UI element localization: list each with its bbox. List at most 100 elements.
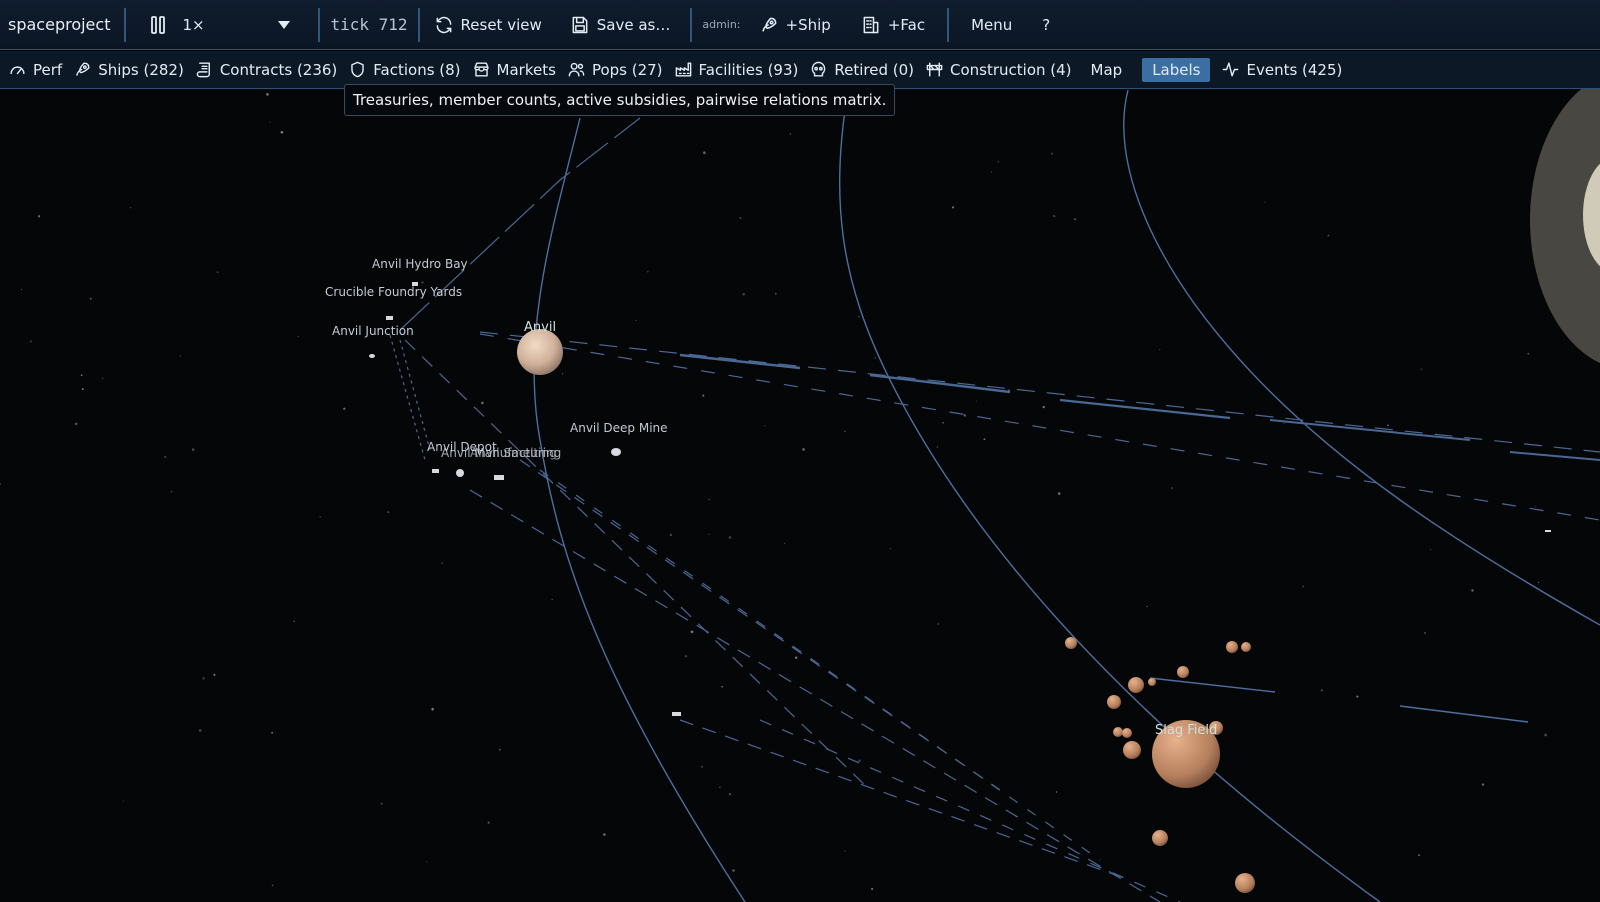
star-dot: [81, 388, 84, 391]
tab-ships[interactable]: Ships (282): [73, 60, 184, 79]
tab-factions[interactable]: Factions (8): [348, 60, 461, 79]
star-dot: [487, 821, 490, 824]
star-dot: [1418, 854, 1420, 856]
star-dot: [562, 373, 564, 375]
star-dot: [122, 800, 125, 802]
star-dot: [80, 374, 83, 377]
tab-label: Markets: [496, 60, 556, 79]
store-icon: [474, 62, 489, 77]
tab-retired[interactable]: Retired (0): [809, 60, 914, 79]
star-dot: [481, 401, 484, 405]
star-dot: [1053, 214, 1056, 218]
tab-labels[interactable]: Labels: [1142, 57, 1211, 82]
tab-facilities[interactable]: Facilities (93): [674, 60, 798, 79]
label-anvil-hydro-bay[interactable]: Anvil Hydro Bay: [372, 257, 468, 271]
star-dot: [1534, 505, 1536, 507]
map-viewport[interactable]: [0, 0, 1600, 902]
star-dot: [1327, 234, 1330, 237]
star-dot: [789, 133, 792, 135]
asteroid: [1107, 695, 1121, 709]
tab-construction[interactable]: Construction (4): [925, 60, 1072, 79]
tab-label: Perf: [33, 60, 63, 79]
star-dot: [441, 562, 443, 564]
star-dot: [937, 623, 940, 625]
star-dot: [1057, 492, 1061, 495]
star-dot: [802, 448, 805, 451]
asteroid-field[interactable]: [1065, 637, 1255, 893]
star-dot: [1171, 487, 1173, 489]
tab-contracts[interactable]: Contracts (236): [195, 60, 337, 79]
star-dot: [266, 93, 269, 96]
skull-icon: [812, 61, 826, 77]
tab-pops[interactable]: Pops (27): [567, 60, 663, 79]
star-dot: [271, 884, 274, 887]
top-toolbar: spaceproject 1× tick 712 Reset view Save…: [0, 0, 1600, 50]
toolbar-divider: [947, 7, 950, 42]
tab-map[interactable]: Map: [1091, 61, 1123, 79]
orbit-line: [839, 89, 1381, 902]
asteroid: [1177, 666, 1189, 678]
star-dot: [794, 656, 798, 659]
star-dot: [20, 288, 23, 291]
asteroid: [1065, 637, 1077, 649]
star-dot: [319, 516, 321, 518]
menu-button[interactable]: Menu: [971, 16, 1012, 34]
star-dot: [426, 861, 428, 863]
star-dot: [179, 355, 181, 357]
asteroid: [1148, 678, 1156, 686]
star-dot: [784, 542, 786, 545]
tab-events[interactable]: Events (425): [1221, 60, 1342, 79]
asteroid: [1152, 830, 1168, 846]
asteroid: [1123, 741, 1141, 759]
label-slag-field[interactable]: Slag Field: [1155, 723, 1217, 738]
label-anvil-junction[interactable]: Anvil Junction: [332, 324, 414, 338]
save-as-label: Save as…: [596, 15, 671, 34]
station-marker: [611, 448, 621, 456]
add-facility-button[interactable]: +Fac: [861, 15, 925, 35]
star-dot: [216, 271, 219, 274]
admin-label: admin:: [702, 18, 741, 31]
star-dot: [983, 438, 986, 441]
label-anvil-smelting[interactable]: Anvil Smelting: [470, 446, 557, 460]
asteroid: [1122, 728, 1132, 738]
star-dot: [1283, 423, 1285, 425]
reset-view-button[interactable]: Reset view: [434, 15, 542, 35]
toolbar-divider: [690, 7, 693, 42]
label-crucible-foundry-yards[interactable]: Crucible Foundry Yards: [325, 285, 462, 299]
toolbar-divider: [417, 7, 420, 42]
tick-counter: tick 712: [330, 15, 408, 34]
star-dot: [130, 207, 132, 209]
save-as-button[interactable]: Save as…: [570, 15, 671, 35]
activity-icon: [1223, 62, 1239, 77]
pause-icon: [151, 15, 166, 34]
users-icon: [568, 62, 585, 77]
pause-button[interactable]: [148, 15, 168, 35]
star-dot: [669, 533, 672, 537]
star-dot: [271, 731, 274, 734]
factory-icon: [675, 62, 691, 77]
star-dot: [164, 455, 167, 459]
planet-anvil[interactable]: [517, 329, 563, 375]
star-dot: [202, 677, 205, 680]
help-button[interactable]: ?: [1042, 16, 1050, 34]
tab-markets[interactable]: Markets: [472, 60, 556, 79]
tab-label: Contracts (236): [219, 60, 338, 79]
star-dot: [89, 297, 92, 300]
star-dot: [635, 320, 637, 321]
star-dot: [742, 293, 745, 296]
star-dot: [889, 547, 891, 550]
station-marker: [369, 354, 375, 358]
label-anvil-deep-mine[interactable]: Anvil Deep Mine: [570, 421, 668, 435]
building-icon: [863, 16, 879, 33]
label-anvil[interactable]: Anvil: [524, 320, 556, 335]
star-dot: [871, 887, 874, 890]
rocket-icon: [761, 17, 776, 32]
speed-select[interactable]: 1×: [182, 15, 291, 34]
speed-value: 1×: [182, 15, 205, 34]
star-dot: [293, 620, 295, 623]
add-ship-button[interactable]: +Ship: [759, 15, 831, 35]
star-dot: [280, 130, 284, 134]
tab-perf[interactable]: Perf: [8, 60, 62, 79]
star-dot: [739, 217, 742, 219]
star-dot: [702, 394, 705, 397]
